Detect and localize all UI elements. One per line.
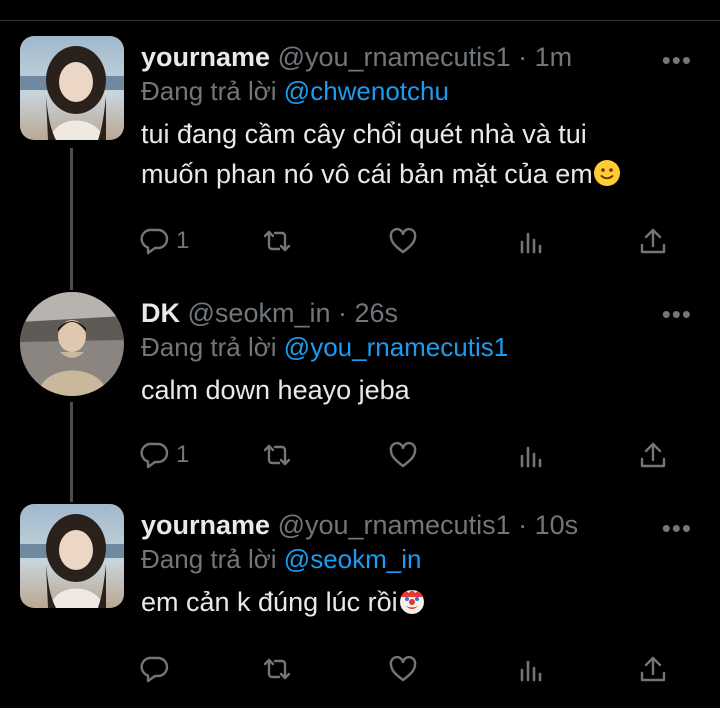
avatar-image xyxy=(20,36,124,140)
tweet-text: calm down heayo jeba xyxy=(141,370,660,410)
action-bar xyxy=(140,652,680,686)
tweet-header: yourname @you_rnamecutis1 · 1m xyxy=(141,42,660,72)
slightly-smiling-face-icon xyxy=(593,160,620,186)
timestamp[interactable]: 26s xyxy=(355,298,399,328)
share-icon xyxy=(640,442,666,468)
timestamp[interactable]: 10s xyxy=(535,510,579,540)
retweet-button[interactable] xyxy=(262,652,292,686)
retweet-icon xyxy=(263,230,291,252)
views-button[interactable] xyxy=(516,438,546,472)
share-button[interactable] xyxy=(638,224,668,258)
retweet-icon xyxy=(263,658,291,680)
views-button[interactable] xyxy=(516,652,546,686)
reply-button[interactable]: 1 xyxy=(140,438,189,472)
reply-icon xyxy=(140,442,169,469)
reply-mention[interactable]: @seokm_in xyxy=(284,544,422,574)
tweet[interactable]: yourname @you_rnamecutis1 · 1m Đang trả … xyxy=(0,36,720,266)
tweet-text-line: muốn phan nó vô cái bản mặt của em xyxy=(141,159,593,189)
separator: · xyxy=(338,298,347,328)
display-name[interactable]: yourname xyxy=(141,42,270,72)
reply-mention[interactable]: @chwenotchu xyxy=(284,76,449,106)
more-icon[interactable]: ••• xyxy=(662,515,692,541)
more-icon[interactable]: ••• xyxy=(662,47,692,73)
retweet-button[interactable] xyxy=(262,224,292,258)
share-icon xyxy=(640,656,666,682)
heart-icon xyxy=(389,655,417,682)
like-button[interactable] xyxy=(388,224,418,258)
tweet-text: tui đang cầm cây chổi quét nhà và tui mu… xyxy=(141,114,660,194)
reply-count: 1 xyxy=(176,227,190,254)
separator: · xyxy=(518,42,528,72)
tweet-header: DK @seokm_in · 26s xyxy=(141,298,660,328)
views-icon xyxy=(520,232,542,254)
heart-icon xyxy=(389,227,417,254)
heart-icon xyxy=(389,441,417,468)
reply-icon xyxy=(140,228,169,255)
avatar-image xyxy=(20,504,124,608)
retweet-icon xyxy=(263,444,291,466)
more-icon[interactable]: ••• xyxy=(662,301,692,327)
reply-prefix: Đang trả lời xyxy=(141,332,277,362)
views-button[interactable] xyxy=(516,224,546,258)
retweet-button[interactable] xyxy=(262,438,292,472)
tweet-text-line: calm down heayo jeba xyxy=(141,375,410,405)
action-bar: 1 xyxy=(140,224,680,258)
user-handle[interactable]: @seokm_in xyxy=(188,298,331,328)
like-button[interactable] xyxy=(388,652,418,686)
top-divider xyxy=(0,20,720,21)
reply-context: Đang trả lời @chwenotchu xyxy=(141,76,660,106)
clown-face-icon xyxy=(399,590,424,614)
action-bar: 1 xyxy=(140,438,680,472)
tweet[interactable]: yourname @you_rnamecutis1 · 10s Đang trả… xyxy=(0,504,720,704)
separator: · xyxy=(518,510,528,540)
views-icon xyxy=(520,446,542,468)
avatar[interactable] xyxy=(20,292,124,396)
share-icon xyxy=(640,228,666,254)
avatar[interactable] xyxy=(20,36,124,140)
reply-icon xyxy=(140,656,169,683)
user-handle[interactable]: @you_rnamecutis1 xyxy=(278,42,511,72)
timestamp[interactable]: 1m xyxy=(535,42,573,72)
reply-mention[interactable]: @you_rnamecutis1 xyxy=(284,332,508,362)
reply-context: Đang trả lời @seokm_in xyxy=(141,544,660,574)
reply-button[interactable]: 1 xyxy=(140,224,189,258)
tweet[interactable]: DK @seokm_in · 26s Đang trả lời @you_rna… xyxy=(0,290,720,490)
reply-prefix: Đang trả lời xyxy=(141,544,277,574)
reply-count: 1 xyxy=(176,441,190,468)
display-name[interactable]: DK xyxy=(141,298,180,328)
like-button[interactable] xyxy=(388,438,418,472)
tweet-text: em cản k đúng lúc rồi xyxy=(141,582,660,622)
display-name[interactable]: yourname xyxy=(141,510,270,540)
user-handle[interactable]: @you_rnamecutis1 xyxy=(278,510,511,540)
tweet-text-line: tui đang cầm cây chổi quét nhà và tui xyxy=(141,119,587,149)
avatar-image xyxy=(20,292,124,396)
reply-context: Đang trả lời @you_rnamecutis1 xyxy=(141,332,660,362)
share-button[interactable] xyxy=(638,438,668,472)
tweet-header: yourname @you_rnamecutis1 · 10s xyxy=(141,510,660,540)
reply-button[interactable] xyxy=(140,652,170,686)
views-icon xyxy=(520,660,542,682)
avatar[interactable] xyxy=(20,504,124,608)
reply-prefix: Đang trả lời xyxy=(141,76,277,106)
tweet-text-line: em cản k đúng lúc rồi xyxy=(141,587,398,617)
share-button[interactable] xyxy=(638,652,668,686)
